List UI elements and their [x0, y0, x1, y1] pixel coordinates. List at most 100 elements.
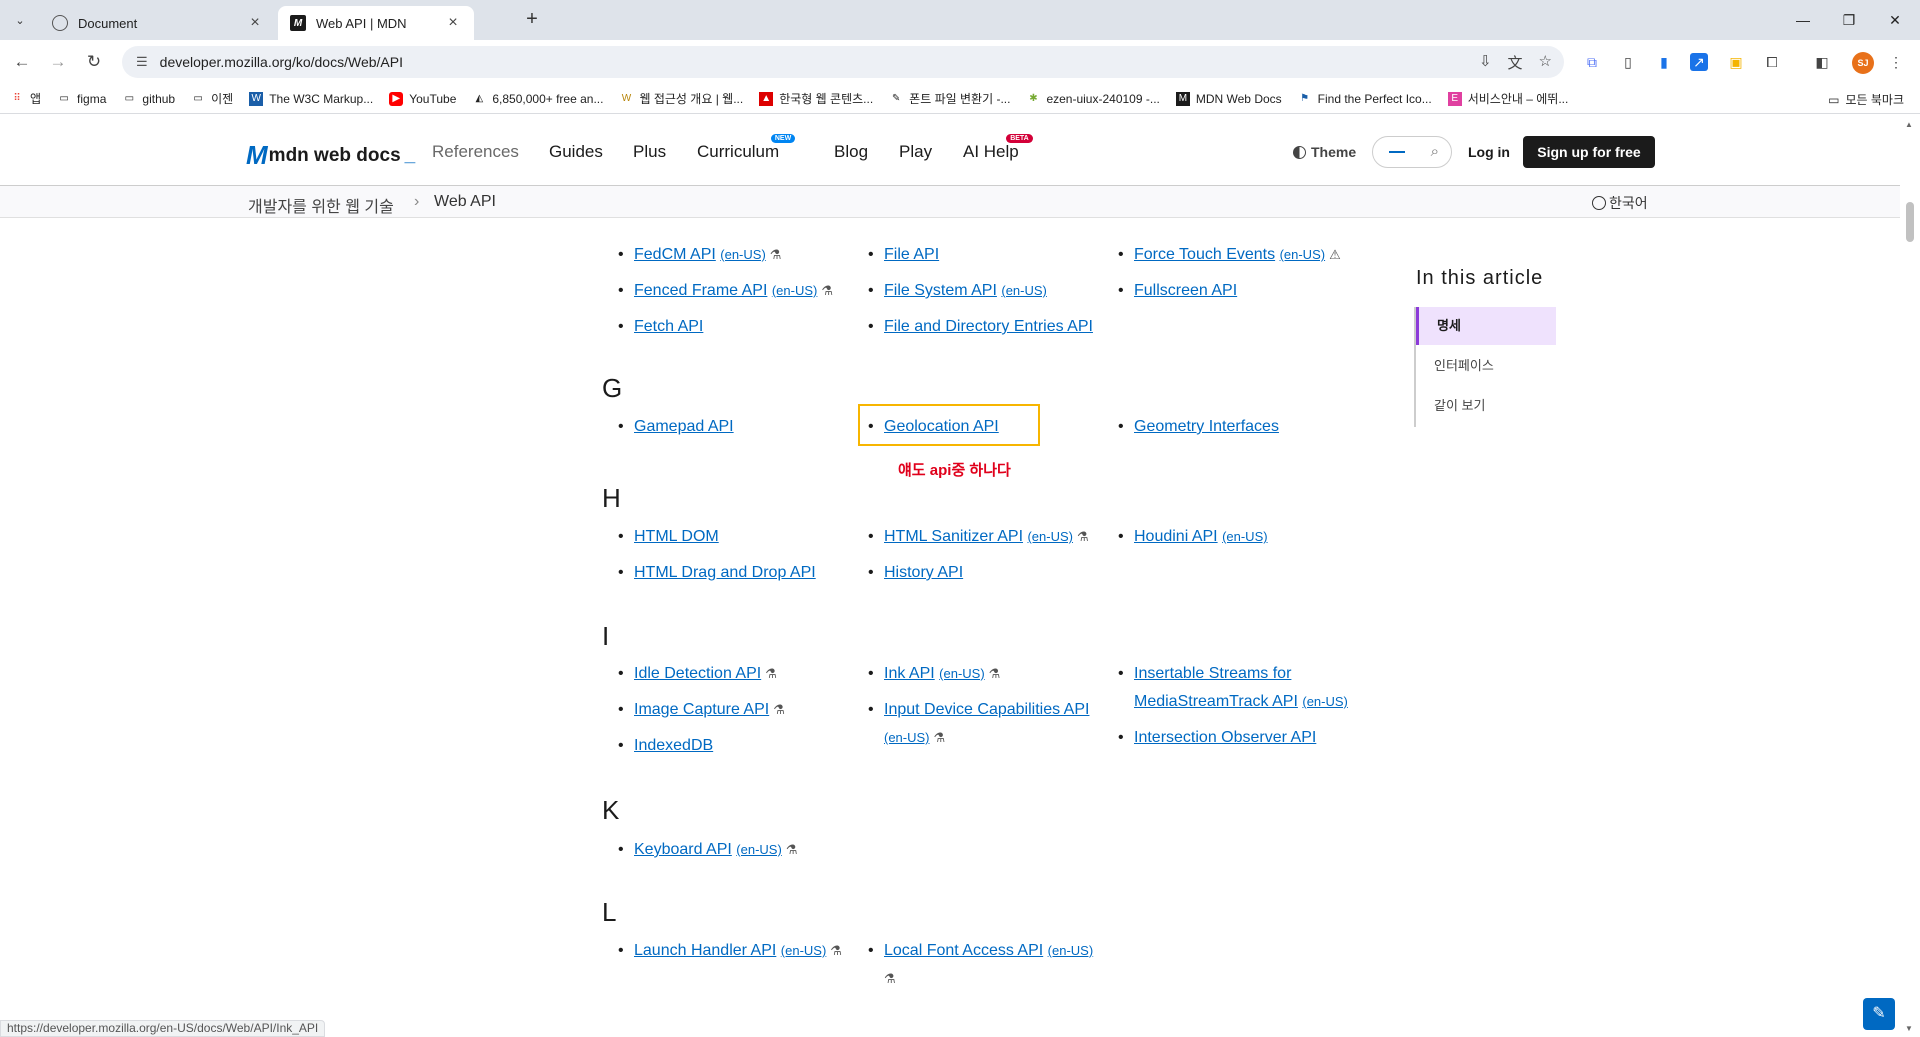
- forward-icon[interactable]: →: [46, 50, 70, 74]
- api-link[interactable]: Fenced Frame API: [634, 282, 767, 299]
- api-link[interactable]: Ink API: [884, 665, 935, 682]
- locale-tag[interactable]: (en-US): [781, 943, 827, 958]
- locale-tag[interactable]: (en-US): [1302, 694, 1348, 709]
- bookmark-github[interactable]: ▭ github: [122, 92, 175, 106]
- bookmark-font-converter[interactable]: ✎ 폰트 파일 변환기 -...: [889, 90, 1010, 107]
- nav-blog[interactable]: Blog: [834, 142, 868, 162]
- api-link[interactable]: Insertable Streams for: [1134, 665, 1291, 682]
- api-link[interactable]: MediaStreamTrack API: [1134, 693, 1298, 710]
- api-link[interactable]: HTML Drag and Drop API: [634, 564, 816, 581]
- nav-plus[interactable]: Plus: [633, 142, 666, 162]
- signup-button[interactable]: Sign up for free: [1523, 136, 1655, 168]
- api-link[interactable]: IndexedDB: [634, 737, 713, 754]
- api-link[interactable]: Fullscreen API: [1134, 282, 1237, 299]
- reload-icon[interactable]: ↻: [82, 50, 106, 74]
- bookmark-service[interactable]: E 서비스안내 – 에뛰...: [1447, 90, 1568, 107]
- mdn-logo[interactable]: M mdn web docs _: [246, 140, 415, 171]
- api-link[interactable]: Input Device Capabilities API: [884, 701, 1089, 718]
- site-info-icon[interactable]: ☰: [136, 54, 148, 70]
- toc-item-specifications[interactable]: 명세: [1416, 307, 1556, 345]
- translate-icon[interactable]: 文: [1508, 52, 1523, 73]
- locale-tag[interactable]: (en-US): [884, 730, 930, 745]
- api-link[interactable]: HTML Sanitizer API: [884, 528, 1023, 545]
- api-link[interactable]: File and Directory Entries API: [884, 318, 1093, 335]
- bookmark-ezen-uiux[interactable]: ✱ ezen-uiux-240109 -...: [1026, 92, 1160, 106]
- api-link[interactable]: File API: [884, 246, 939, 263]
- bookmark-ezen[interactable]: ▭ 이젠: [191, 90, 233, 107]
- nav-curriculum[interactable]: Curriculum NEW: [697, 134, 796, 162]
- scroll-up-icon[interactable]: ▲: [1905, 120, 1913, 129]
- close-icon[interactable]: ×: [444, 14, 462, 32]
- toc-item-interfaces[interactable]: 인터페이스: [1416, 347, 1556, 385]
- bookmark-korean-web-content[interactable]: ▲ 한국형 웹 콘텐츠...: [759, 90, 873, 107]
- locale-tag[interactable]: (en-US): [1001, 283, 1047, 298]
- theme-button[interactable]: Theme: [1293, 144, 1356, 160]
- tab-document[interactable]: Document ×: [40, 6, 276, 40]
- locale-tag[interactable]: (en-US): [1222, 529, 1268, 544]
- login-link[interactable]: Log in: [1468, 144, 1510, 160]
- api-link[interactable]: Idle Detection API: [634, 665, 761, 682]
- extension-icon[interactable]: ⧉: [1582, 52, 1602, 72]
- bookmark-figma[interactable]: ▭ figma: [57, 92, 106, 106]
- extension-icon[interactable]: ▣: [1726, 52, 1746, 72]
- locale-tag[interactable]: (en-US): [1027, 529, 1073, 544]
- extension-icon[interactable]: ▯: [1618, 52, 1638, 72]
- avatar[interactable]: SJ: [1852, 52, 1874, 74]
- bookmark-find-icon[interactable]: ⚑ Find the Perfect Ico...: [1298, 92, 1432, 106]
- locale-tag[interactable]: (en-US): [939, 666, 985, 681]
- api-link[interactable]: Force Touch Events: [1134, 246, 1275, 263]
- restore-icon[interactable]: ❐: [1826, 0, 1872, 40]
- search-input[interactable]: ⌕: [1372, 136, 1452, 168]
- tab-search-icon[interactable]: ⌄: [8, 8, 32, 32]
- api-link[interactable]: Houdini API: [1134, 528, 1218, 545]
- api-link[interactable]: Keyboard API: [634, 841, 732, 858]
- api-link[interactable]: Geometry Interfaces: [1134, 418, 1279, 435]
- api-link[interactable]: HTML DOM: [634, 528, 719, 545]
- bookmark-free-icons[interactable]: ◭ 6,850,000+ free an...: [472, 92, 604, 106]
- menu-icon[interactable]: ⋮: [1886, 52, 1906, 72]
- minimize-icon[interactable]: —: [1780, 0, 1826, 40]
- search-icon[interactable]: ⌕: [1431, 143, 1439, 160]
- close-icon[interactable]: ×: [246, 14, 264, 32]
- api-link[interactable]: FedCM API: [634, 246, 716, 263]
- side-panel-icon[interactable]: ◧: [1812, 52, 1832, 72]
- locale-tag[interactable]: (en-US): [772, 283, 818, 298]
- address-bar[interactable]: ☰ developer.mozilla.org/ko/docs/Web/API …: [122, 46, 1564, 78]
- breadcrumb-item[interactable]: Web API: [434, 193, 496, 211]
- all-bookmarks[interactable]: ▭ 모든 북마크: [1828, 91, 1904, 108]
- bookmark-w3c[interactable]: W The W3C Markup...: [249, 91, 373, 106]
- edit-pen-icon[interactable]: ✎: [1863, 998, 1895, 1030]
- page-scrollbar[interactable]: ▲ ▼: [1900, 114, 1920, 1037]
- window-close-icon[interactable]: ✕: [1872, 0, 1918, 40]
- new-tab-icon[interactable]: +: [520, 8, 544, 32]
- nav-guides[interactable]: Guides: [549, 142, 603, 162]
- api-link[interactable]: History API: [884, 564, 963, 581]
- locale-tag[interactable]: (en-US): [1048, 943, 1094, 958]
- api-link[interactable]: Image Capture API: [634, 701, 769, 718]
- api-link[interactable]: File System API: [884, 282, 997, 299]
- tab-web-api[interactable]: M Web API | MDN ×: [278, 6, 474, 40]
- bookmark-mdn[interactable]: M MDN Web Docs: [1175, 91, 1282, 106]
- api-link[interactable]: Gamepad API: [634, 418, 734, 435]
- nav-play[interactable]: Play: [899, 142, 932, 162]
- extensions-puzzle-icon[interactable]: ⧠: [1762, 52, 1782, 72]
- extension-icon[interactable]: ▮: [1654, 52, 1674, 72]
- api-link[interactable]: Launch Handler API: [634, 942, 776, 959]
- api-link[interactable]: Local Font Access API: [884, 942, 1043, 959]
- locale-tag[interactable]: (en-US): [1280, 247, 1326, 262]
- bookmark-star-icon[interactable]: ☆: [1539, 52, 1552, 73]
- back-icon[interactable]: ←: [10, 50, 34, 74]
- locale-tag[interactable]: (en-US): [736, 842, 782, 857]
- bookmark-youtube[interactable]: ▶ YouTube: [389, 91, 456, 106]
- nav-references[interactable]: References: [432, 142, 519, 162]
- install-icon[interactable]: ⇩: [1479, 52, 1492, 73]
- bookmark-web-accessibility[interactable]: W 웹 접근성 개요 | 웹...: [619, 90, 743, 107]
- locale-tag[interactable]: (en-US): [720, 247, 766, 262]
- toc-item-see-also[interactable]: 같이 보기: [1416, 387, 1556, 425]
- api-link[interactable]: Intersection Observer API: [1134, 729, 1316, 746]
- language-switcher[interactable]: 한국어: [1592, 193, 1648, 213]
- nav-ai-help[interactable]: AI Help BETA: [963, 134, 1033, 162]
- scroll-down-icon[interactable]: ▼: [1905, 1024, 1913, 1033]
- breadcrumb-item[interactable]: 개발자를 위한 웹 기술: [248, 193, 394, 217]
- bookmark-apps[interactable]: ⠿ 앱: [10, 90, 41, 107]
